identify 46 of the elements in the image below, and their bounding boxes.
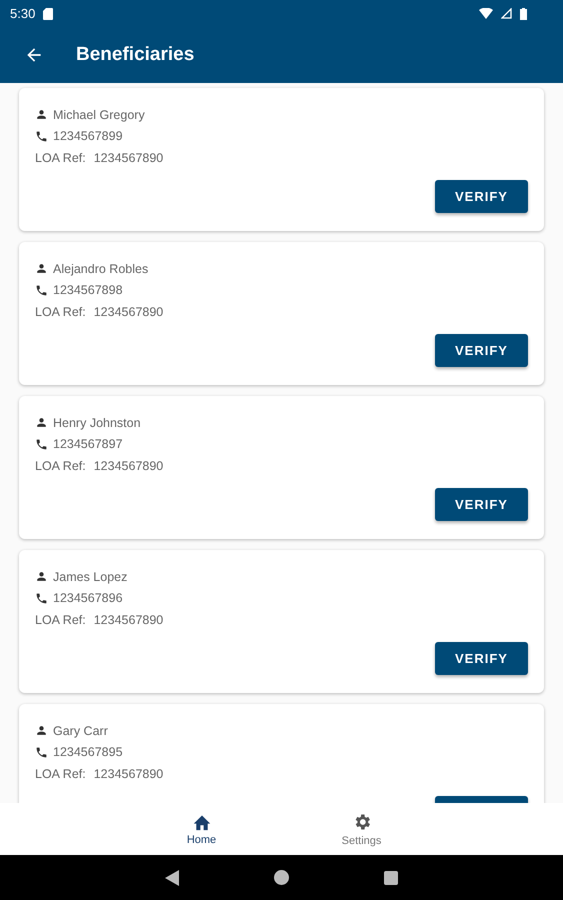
nav-tab[interactable]: Home [152, 803, 252, 855]
verify-button[interactable]: VERIFY [435, 642, 528, 674]
phone-icon [35, 592, 48, 605]
phone-icon [35, 438, 48, 451]
person-icon [35, 416, 48, 430]
phone-icon [35, 284, 48, 297]
loa-ref-label: LOA Ref: [35, 304, 86, 319]
signal-icon [501, 8, 512, 19]
phone-number: 1234567896 [53, 591, 123, 606]
battery-icon [520, 8, 527, 20]
loa-ref-label: LOA Ref: [35, 150, 86, 165]
home-nav-icon[interactable] [274, 870, 289, 885]
loa-ref-label: LOA Ref: [35, 612, 86, 627]
verify-button[interactable]: VERIFY [435, 334, 528, 366]
status-time: 5:30 [10, 6, 36, 21]
phone-number: 1234567898 [53, 283, 123, 298]
recents-nav-icon[interactable] [384, 870, 398, 884]
nav-tab[interactable]: Settings [312, 803, 412, 855]
phone-number: 1234567899 [53, 129, 123, 144]
sd-card-icon [43, 8, 54, 20]
loa-ref-value: 1234567890 [94, 458, 164, 473]
phone-number: 1234567897 [53, 437, 123, 452]
beneficiary-name: Alejandro Robles [53, 262, 148, 276]
beneficiary-name: James Lopez [53, 570, 128, 584]
phone-icon [35, 130, 48, 143]
verify-button[interactable]: VERIFY [435, 180, 528, 212]
loa-ref-label: LOA Ref: [35, 458, 86, 473]
phone-icon [35, 746, 48, 759]
person-icon [35, 108, 48, 122]
loa-ref-value: 1234567890 [94, 766, 164, 781]
loa-ref-value: 1234567890 [94, 612, 164, 627]
person-icon [35, 724, 48, 738]
beneficiary-name: Gary Carr [53, 724, 108, 738]
back-nav-icon[interactable] [165, 870, 179, 886]
person-icon [35, 570, 48, 584]
beneficiary-name: Henry Johnston [53, 416, 141, 430]
home-icon [192, 812, 212, 830]
beneficiary-name: Michael Gregory [53, 108, 145, 122]
loa-ref-value: 1234567890 [94, 150, 164, 165]
verify-button[interactable]: VERIFY [435, 488, 528, 520]
page-title: Beneficiaries [76, 44, 194, 66]
wifi-icon [479, 8, 493, 19]
person-icon [35, 262, 48, 276]
loa-ref-label: LOA Ref: [35, 766, 86, 781]
phone-number: 1234567895 [53, 745, 123, 760]
loa-ref-value: 1234567890 [94, 304, 164, 319]
